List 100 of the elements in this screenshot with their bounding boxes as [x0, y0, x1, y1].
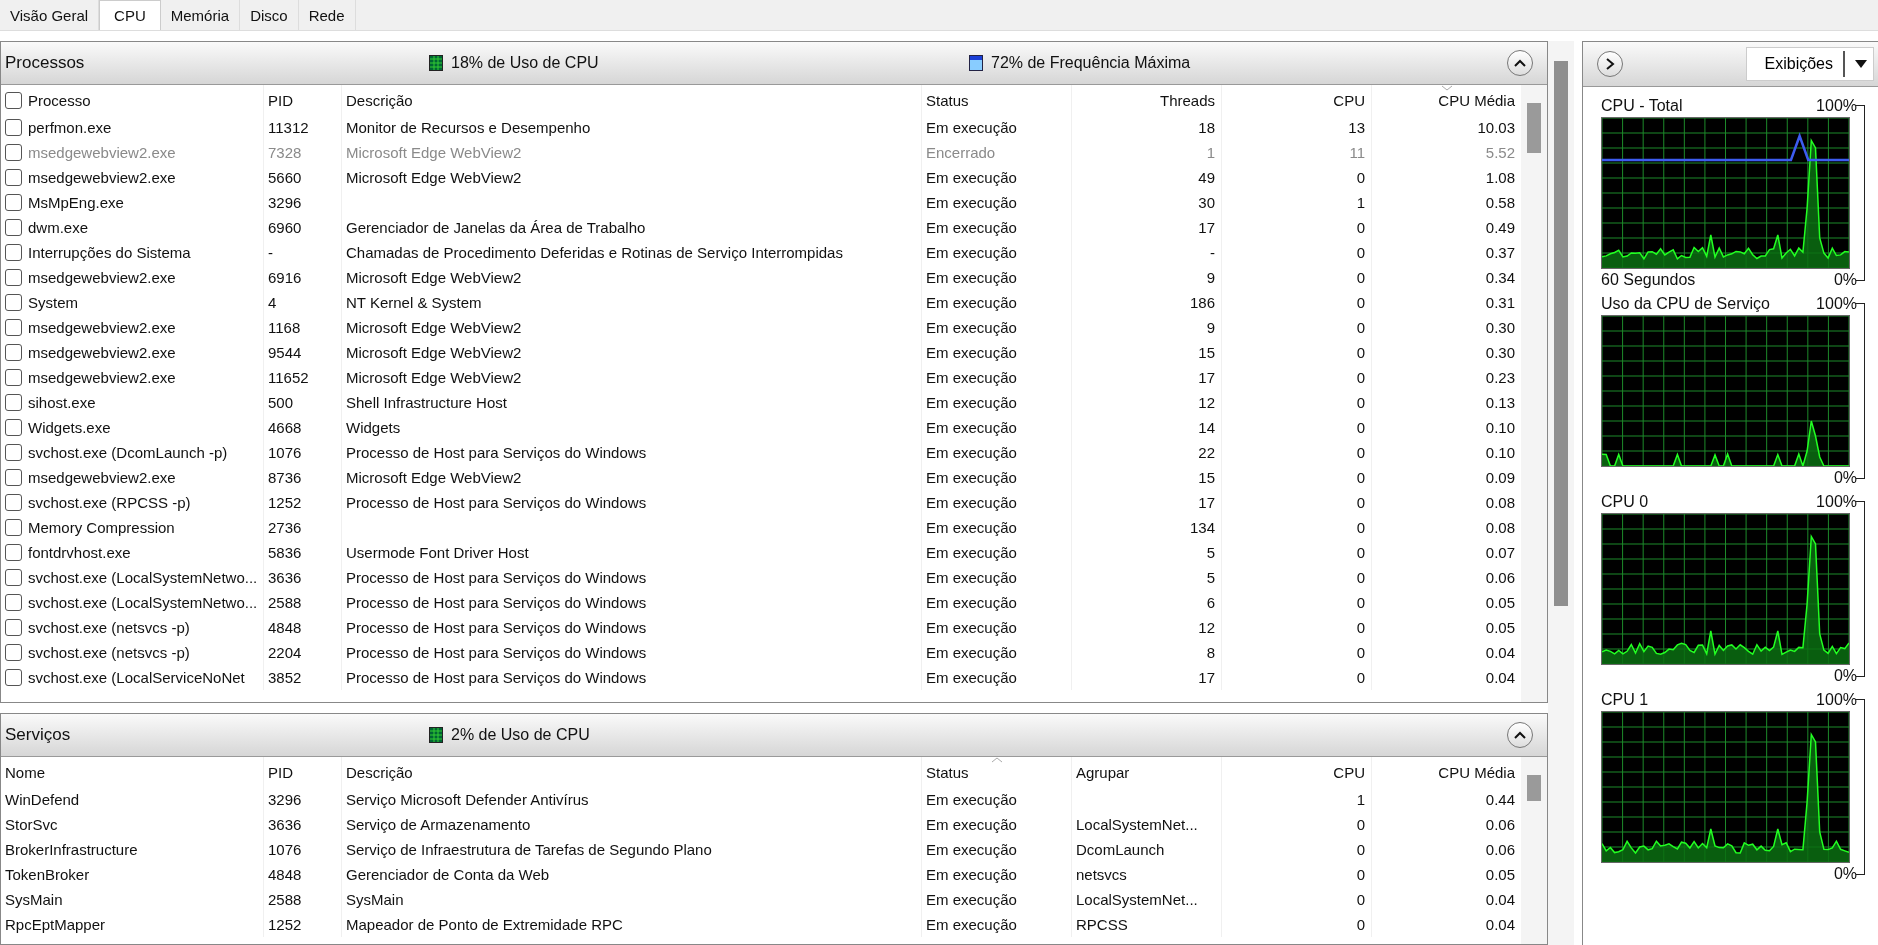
scale-label: 0% — [1833, 667, 1857, 685]
column-header[interactable]: Descrição — [341, 85, 921, 115]
collapse-button[interactable] — [1507, 722, 1533, 748]
scrollbar[interactable] — [1521, 757, 1547, 944]
views-button[interactable]: Exibições — [1745, 47, 1874, 81]
checkbox[interactable] — [5, 144, 22, 161]
checkbox[interactable] — [5, 669, 22, 686]
scrollbar[interactable] — [1521, 85, 1547, 702]
tab[interactable]: CPU — [99, 0, 161, 30]
table-cell: 0 — [1356, 916, 1365, 933]
column-header[interactable]: CPU — [1221, 757, 1371, 787]
checkbox[interactable] — [5, 319, 22, 336]
table-cell: 4848 — [268, 619, 302, 636]
table-cell: 0.10 — [1485, 444, 1515, 461]
checkbox[interactable] — [5, 194, 22, 211]
column-header[interactable]: Status — [921, 85, 1071, 115]
checkbox[interactable] — [5, 394, 22, 411]
table-cell: Processo de Host para Serviços do Windows — [346, 644, 647, 661]
table-cell: svchost.exe (netsvcs -p) — [28, 644, 190, 661]
scrollbar-thumb[interactable] — [1527, 103, 1541, 153]
graph-title: CPU - Total — [1601, 97, 1683, 115]
section-header[interactable]: Processos 18% de Uso de CPU 72% de Frequência Máxima — [1, 42, 1547, 85]
table-cell: 0 — [1356, 419, 1365, 436]
table-cell: 0.30 — [1485, 344, 1515, 361]
checkbox[interactable] — [5, 594, 22, 611]
column-header[interactable]: PID — [263, 85, 341, 115]
table-cell: 0 — [1356, 891, 1365, 908]
column-header[interactable]: Status — [921, 757, 1071, 787]
checkbox[interactable] — [5, 219, 22, 236]
checkbox[interactable] — [5, 544, 22, 561]
column-header[interactable]: PID — [263, 757, 341, 787]
table-cell: 0 — [1356, 669, 1365, 686]
checkbox[interactable] — [5, 294, 22, 311]
table-cell: Microsoft Edge WebView2 — [346, 269, 522, 286]
table-cell: svchost.exe (RPCSS -p) — [28, 494, 191, 511]
checkbox[interactable] — [5, 519, 22, 536]
section-header[interactable]: Serviços 2% de Uso de CPU — [1, 714, 1547, 757]
table-cell: fontdrvhost.exe — [28, 544, 131, 561]
table-cell: 0.37 — [1485, 244, 1515, 261]
table-cell: WinDefend — [5, 791, 80, 808]
table-cell: 0.58 — [1485, 194, 1515, 211]
table-cell: 22 — [1198, 444, 1215, 461]
checkbox[interactable] — [5, 494, 22, 511]
checkbox[interactable] — [5, 169, 22, 186]
table-cell: 0.10 — [1485, 419, 1515, 436]
checkbox[interactable] — [5, 419, 22, 436]
column-header[interactable]: Nome — [1, 757, 263, 787]
scrollbar[interactable] — [1548, 41, 1574, 945]
table-cell: 186 — [1189, 294, 1215, 311]
table-cell: 13 — [1348, 119, 1365, 136]
expand-button[interactable] — [1597, 51, 1623, 77]
table-cell: 5 — [1206, 569, 1215, 586]
table-cell: 0.08 — [1485, 494, 1515, 511]
checkbox[interactable] — [5, 91, 22, 109]
scrollbar-thumb[interactable] — [1527, 775, 1541, 801]
table-cell: 11 — [1349, 144, 1365, 161]
table-cell: 0.34 — [1485, 269, 1515, 286]
scrollbar-thumb[interactable] — [1554, 61, 1568, 606]
checkbox[interactable] — [5, 644, 22, 661]
column-header[interactable]: Processo — [1, 85, 263, 115]
checkbox[interactable] — [5, 369, 22, 386]
table-cell: Em execução — [926, 194, 1017, 211]
indicator-label: 72% de Frequência Máxima — [991, 54, 1191, 72]
table-cell: 3296 — [268, 791, 302, 808]
table-cell: 0.13 — [1485, 394, 1515, 411]
table-cell: MsMpEng.exe — [28, 194, 124, 211]
table-cell: Em execução — [926, 644, 1017, 661]
checkbox[interactable] — [5, 569, 22, 586]
column-header[interactable]: CPU — [1221, 85, 1371, 115]
checkbox[interactable] — [5, 619, 22, 636]
table-cell: Em execução — [926, 544, 1017, 561]
table-cell: 0.05 — [1485, 866, 1515, 883]
table-cell: Em execução — [926, 219, 1017, 236]
table-cell: 15 — [1198, 344, 1215, 361]
table-cell: 0 — [1356, 519, 1365, 536]
checkbox[interactable] — [5, 344, 22, 361]
table-cell: 134 — [1189, 519, 1215, 536]
checkbox[interactable] — [5, 269, 22, 286]
checkbox[interactable] — [5, 444, 22, 461]
table-cell: 1168 — [268, 319, 301, 336]
collapse-button[interactable] — [1507, 50, 1533, 76]
table-cell: 0 — [1356, 619, 1365, 636]
table-cell: 4668 — [268, 419, 302, 436]
column-header[interactable]: Descrição — [341, 757, 921, 787]
table-cell: 0 — [1356, 444, 1365, 461]
table-cell: Microsoft Edge WebView2 — [346, 369, 522, 386]
table-cell: 0 — [1356, 394, 1365, 411]
table-cell: Em execução — [926, 369, 1017, 386]
table-cell: svchost.exe (LocalServiceNoNet — [28, 669, 245, 686]
indicator-label: 2% de Uso de CPU — [451, 726, 590, 744]
checkbox[interactable] — [5, 469, 22, 486]
column-header[interactable]: Agrupar — [1071, 757, 1221, 787]
table-cell: perfmon.exe — [28, 119, 112, 136]
table-cell: Em execução — [926, 669, 1017, 686]
checkbox[interactable] — [5, 119, 22, 136]
chevron-icon — [1605, 58, 1615, 70]
table-cell: sihost.exe — [28, 394, 96, 411]
table-cell: msedgewebview2.exe — [28, 469, 176, 486]
column-header[interactable]: Threads — [1071, 85, 1221, 115]
checkbox[interactable] — [5, 244, 22, 261]
